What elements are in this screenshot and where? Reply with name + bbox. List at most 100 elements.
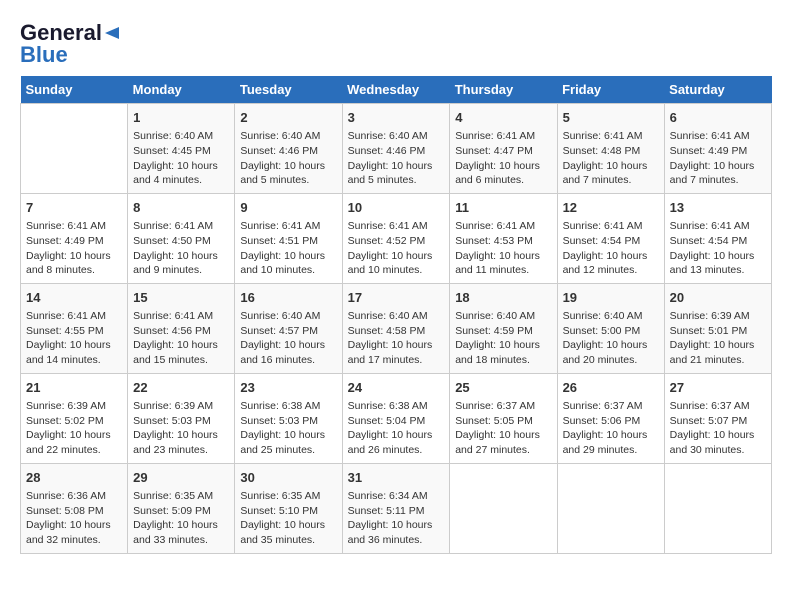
calendar-week-row: 1Sunrise: 6:40 AMSunset: 4:45 PMDaylight… — [21, 104, 772, 194]
calendar-day-header: Saturday — [664, 76, 771, 104]
calendar-cell: 21 Sunrise: 6:39 AMSunset: 5:02 PMDayligh… — [21, 373, 128, 463]
day-number: 16 — [240, 289, 336, 307]
calendar-day-header: Friday — [557, 76, 664, 104]
day-number: 12 — [563, 199, 659, 217]
day-number: 13 — [670, 199, 766, 217]
day-number: 24 — [348, 379, 445, 397]
calendar-day-header: Thursday — [450, 76, 557, 104]
day-info: Sunrise: 6:38 AMSunset: 5:04 PMDaylight:… — [348, 399, 445, 458]
day-info: Sunrise: 6:40 AMSunset: 4:57 PMDaylight:… — [240, 309, 336, 368]
calendar-cell: 12 Sunrise: 6:41 AMSunset: 4:54 PMDayligh… — [557, 193, 664, 283]
day-info: Sunrise: 6:39 AMSunset: 5:02 PMDaylight:… — [26, 399, 122, 458]
day-number: 23 — [240, 379, 336, 397]
day-info: Sunrise: 6:41 AMSunset: 4:51 PMDaylight:… — [240, 219, 336, 278]
day-info: Sunrise: 6:36 AMSunset: 5:08 PMDaylight:… — [26, 489, 122, 548]
calendar-day-header: Sunday — [21, 76, 128, 104]
day-number: 5 — [563, 109, 659, 127]
calendar-cell: 26 Sunrise: 6:37 AMSunset: 5:06 PMDayligh… — [557, 373, 664, 463]
day-info: Sunrise: 6:41 AMSunset: 4:56 PMDaylight:… — [133, 309, 229, 368]
day-info: Sunrise: 6:41 AMSunset: 4:54 PMDaylight:… — [563, 219, 659, 278]
calendar-cell: 18 Sunrise: 6:40 AMSunset: 4:59 PMDayligh… — [450, 283, 557, 373]
day-number: 9 — [240, 199, 336, 217]
day-info: Sunrise: 6:37 AMSunset: 5:07 PMDaylight:… — [670, 399, 766, 458]
logo: General Blue — [20, 20, 121, 68]
day-info: Sunrise: 6:38 AMSunset: 5:03 PMDaylight:… — [240, 399, 336, 458]
day-info: Sunrise: 6:40 AMSunset: 4:59 PMDaylight:… — [455, 309, 551, 368]
day-info: Sunrise: 6:41 AMSunset: 4:52 PMDaylight:… — [348, 219, 445, 278]
calendar-cell: 22 Sunrise: 6:39 AMSunset: 5:03 PMDayligh… — [128, 373, 235, 463]
day-info: Sunrise: 6:35 AMSunset: 5:09 PMDaylight:… — [133, 489, 229, 548]
day-info: Sunrise: 6:41 AMSunset: 4:49 PMDaylight:… — [670, 129, 766, 188]
day-number: 30 — [240, 469, 336, 487]
day-info: Sunrise: 6:41 AMSunset: 4:47 PMDaylight:… — [455, 129, 551, 188]
calendar-cell: 1Sunrise: 6:40 AMSunset: 4:45 PMDaylight… — [128, 104, 235, 194]
calendar-cell: 16 Sunrise: 6:40 AMSunset: 4:57 PMDayligh… — [235, 283, 342, 373]
day-number: 15 — [133, 289, 229, 307]
calendar-cell: 15 Sunrise: 6:41 AMSunset: 4:56 PMDayligh… — [128, 283, 235, 373]
day-number: 1 — [133, 109, 229, 127]
calendar-week-row: 28 Sunrise: 6:36 AMSunset: 5:08 PMDayligh… — [21, 463, 772, 553]
day-number: 3 — [348, 109, 445, 127]
calendar-cell: 28 Sunrise: 6:36 AMSunset: 5:08 PMDayligh… — [21, 463, 128, 553]
day-info: Sunrise: 6:39 AMSunset: 5:03 PMDaylight:… — [133, 399, 229, 458]
calendar-day-header: Tuesday — [235, 76, 342, 104]
logo-text-blue: Blue — [20, 42, 68, 68]
calendar-cell: 4 Sunrise: 6:41 AMSunset: 4:47 PMDaylight… — [450, 104, 557, 194]
day-info: Sunrise: 6:40 AMSunset: 4:46 PMDaylight:… — [240, 129, 336, 188]
calendar-cell: 2 Sunrise: 6:40 AMSunset: 4:46 PMDaylight… — [235, 104, 342, 194]
day-info: Sunrise: 6:39 AMSunset: 5:01 PMDaylight:… — [670, 309, 766, 368]
calendar-week-row: 21 Sunrise: 6:39 AMSunset: 5:02 PMDayligh… — [21, 373, 772, 463]
calendar-cell: 24 Sunrise: 6:38 AMSunset: 5:04 PMDayligh… — [342, 373, 450, 463]
day-number: 10 — [348, 199, 445, 217]
day-info: Sunrise: 6:40 AMSunset: 4:58 PMDaylight:… — [348, 309, 445, 368]
day-number: 25 — [455, 379, 551, 397]
day-number: 26 — [563, 379, 659, 397]
calendar-cell — [21, 104, 128, 194]
calendar-cell: 8 Sunrise: 6:41 AMSunset: 4:50 PMDaylight… — [128, 193, 235, 283]
day-number: 6 — [670, 109, 766, 127]
day-number: 11 — [455, 199, 551, 217]
calendar-cell: 31Sunrise: 6:34 AMSunset: 5:11 PMDayligh… — [342, 463, 450, 553]
day-number: 18 — [455, 289, 551, 307]
calendar-cell: 14 Sunrise: 6:41 AMSunset: 4:55 PMDayligh… — [21, 283, 128, 373]
calendar-week-row: 14 Sunrise: 6:41 AMSunset: 4:55 PMDayligh… — [21, 283, 772, 373]
calendar-cell: 13 Sunrise: 6:41 AMSunset: 4:54 PMDayligh… — [664, 193, 771, 283]
day-number: 7 — [26, 199, 122, 217]
calendar-cell: 30Sunrise: 6:35 AMSunset: 5:10 PMDayligh… — [235, 463, 342, 553]
day-info: Sunrise: 6:37 AMSunset: 5:06 PMDaylight:… — [563, 399, 659, 458]
calendar-header-row: SundayMondayTuesdayWednesdayThursdayFrid… — [21, 76, 772, 104]
day-info: Sunrise: 6:40 AMSunset: 5:00 PMDaylight:… — [563, 309, 659, 368]
day-info: Sunrise: 6:41 AMSunset: 4:55 PMDaylight:… — [26, 309, 122, 368]
day-number: 20 — [670, 289, 766, 307]
day-number: 29 — [133, 469, 229, 487]
calendar-cell: 19Sunrise: 6:40 AMSunset: 5:00 PMDayligh… — [557, 283, 664, 373]
calendar-table: SundayMondayTuesdayWednesdayThursdayFrid… — [20, 76, 772, 554]
calendar-cell — [450, 463, 557, 553]
day-info: Sunrise: 6:40 AMSunset: 4:46 PMDaylight:… — [348, 129, 445, 188]
day-number: 8 — [133, 199, 229, 217]
calendar-cell: 29 Sunrise: 6:35 AMSunset: 5:09 PMDayligh… — [128, 463, 235, 553]
day-number: 17 — [348, 289, 445, 307]
day-info: Sunrise: 6:41 AMSunset: 4:54 PMDaylight:… — [670, 219, 766, 278]
calendar-day-header: Monday — [128, 76, 235, 104]
day-info: Sunrise: 6:34 AMSunset: 5:11 PMDaylight:… — [348, 489, 445, 548]
day-number: 22 — [133, 379, 229, 397]
calendar-cell: 7Sunrise: 6:41 AMSunset: 4:49 PMDaylight… — [21, 193, 128, 283]
calendar-day-header: Wednesday — [342, 76, 450, 104]
day-info: Sunrise: 6:37 AMSunset: 5:05 PMDaylight:… — [455, 399, 551, 458]
calendar-cell: 10 Sunrise: 6:41 AMSunset: 4:52 PMDayligh… — [342, 193, 450, 283]
calendar-cell: 27Sunrise: 6:37 AMSunset: 5:07 PMDayligh… — [664, 373, 771, 463]
day-number: 28 — [26, 469, 122, 487]
day-info: Sunrise: 6:41 AMSunset: 4:50 PMDaylight:… — [133, 219, 229, 278]
calendar-week-row: 7Sunrise: 6:41 AMSunset: 4:49 PMDaylight… — [21, 193, 772, 283]
calendar-cell: 23 Sunrise: 6:38 AMSunset: 5:03 PMDayligh… — [235, 373, 342, 463]
calendar-cell: 3 Sunrise: 6:40 AMSunset: 4:46 PMDaylight… — [342, 104, 450, 194]
calendar-cell: 20 Sunrise: 6:39 AMSunset: 5:01 PMDayligh… — [664, 283, 771, 373]
day-number: 21 — [26, 379, 122, 397]
calendar-cell: 9 Sunrise: 6:41 AMSunset: 4:51 PMDaylight… — [235, 193, 342, 283]
day-number: 14 — [26, 289, 122, 307]
calendar-cell: 11Sunrise: 6:41 AMSunset: 4:53 PMDayligh… — [450, 193, 557, 283]
day-number: 2 — [240, 109, 336, 127]
calendar-cell: 17 Sunrise: 6:40 AMSunset: 4:58 PMDayligh… — [342, 283, 450, 373]
day-number: 4 — [455, 109, 551, 127]
